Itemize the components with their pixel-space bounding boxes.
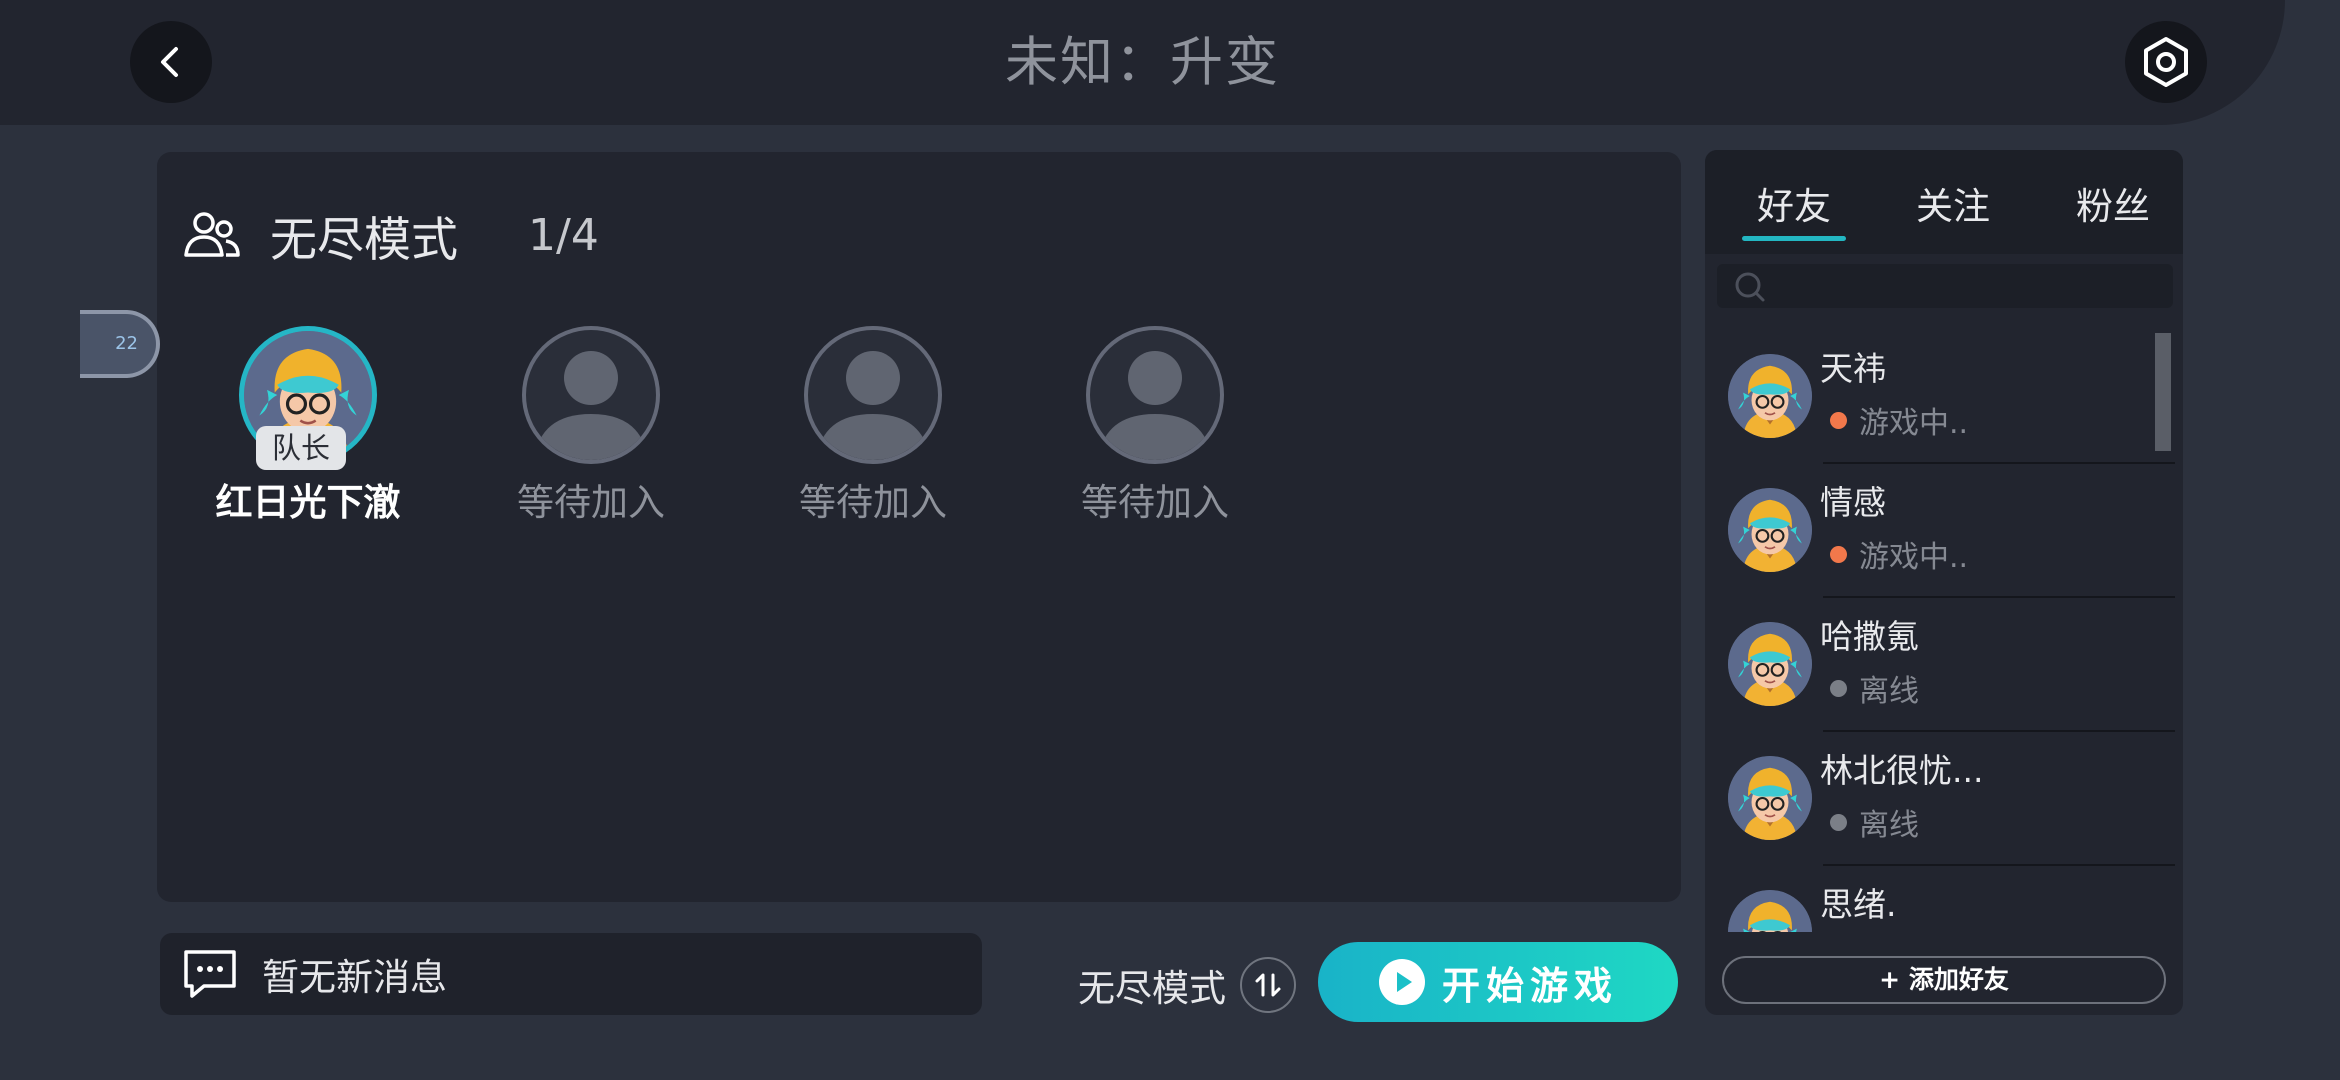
message-text: 暂无新消息: [262, 956, 447, 999]
start-game-button[interactable]: 开始游戏: [1318, 942, 1678, 1022]
friend-status: 游戏中..: [1820, 398, 1968, 442]
avatar: [1728, 622, 1812, 706]
online-dot: [1830, 411, 1847, 429]
captain-badge: 队长: [256, 426, 346, 470]
offline-dot: [1830, 679, 1847, 697]
friend-item[interactable]: 思绪.: [1705, 866, 2183, 932]
back-arrow-icon: [161, 47, 178, 77]
friend-item[interactable]: 林北很忧... 离线: [1705, 732, 2183, 866]
avatar: [1728, 756, 1812, 840]
slot-waiting-label: 等待加入: [1081, 481, 1229, 524]
friends-scrollbar[interactable]: [2155, 333, 2171, 451]
offline-dot: [1830, 813, 1847, 831]
player-count: 1/4: [528, 209, 599, 261]
mode-switch-button[interactable]: [1240, 957, 1296, 1013]
settings-button[interactable]: [2125, 21, 2207, 103]
friend-status: 游戏中..: [1820, 532, 1968, 576]
friend-name: 天祎: [1820, 349, 1886, 388]
back-button[interactable]: [130, 21, 212, 103]
default-avatar-icon: [1086, 326, 1224, 464]
tab-fans[interactable]: 粉丝: [2053, 176, 2173, 230]
add-friend-button[interactable]: + 添加好友: [1722, 956, 2166, 1004]
friend-name: 情感: [1820, 483, 1886, 522]
floating-side-bubble[interactable]: 22: [80, 310, 160, 378]
mode-title: 无尽模式: [270, 212, 458, 268]
start-game-label: 开始游戏: [1441, 963, 1618, 1008]
friend-item[interactable]: 天祎 游戏中..: [1705, 330, 2183, 464]
slot-waiting-label: 等待加入: [799, 481, 947, 524]
friend-status: 离线: [1820, 666, 1919, 710]
avatar: [1728, 354, 1812, 438]
online-dot: [1830, 545, 1847, 563]
group-icon: [184, 212, 240, 257]
friend-item[interactable]: 哈撒氪 离线: [1705, 598, 2183, 732]
mode-switch-label: 无尽模式: [1078, 967, 1226, 1010]
default-avatar-icon: [522, 326, 660, 464]
default-avatar-icon: [804, 326, 942, 464]
friend-name: 思绪.: [1820, 885, 1897, 924]
message-bar[interactable]: 暂无新消息: [160, 933, 982, 1015]
avatar: [1728, 488, 1812, 572]
friend-name: 哈撒氪: [1820, 617, 1919, 656]
search-icon: [1735, 272, 1765, 302]
room-header: 无尽模式 1/4: [180, 200, 599, 270]
page-title: 未知：升变: [1005, 32, 1280, 93]
tab-friends[interactable]: 好友: [1734, 176, 1854, 241]
avatar: [1728, 890, 1812, 932]
search-input[interactable]: [1717, 264, 2173, 308]
tab-following[interactable]: 关注: [1893, 176, 2013, 230]
player-name: 红日光下澈: [215, 481, 401, 524]
chat-bubble-icon: [184, 950, 236, 998]
friends-tabs: 好友 关注 粉丝: [1705, 150, 2183, 254]
play-icon: [1378, 959, 1425, 1005]
switch-arrows-icon: [1255, 973, 1281, 997]
friend-status: 离线: [1820, 800, 1919, 844]
slot-waiting-label: 等待加入: [517, 481, 665, 524]
friend-item[interactable]: 情感 游戏中..: [1705, 464, 2183, 598]
friends-panel: 好友 关注 粉丝 天祎 游戏中.. 情感 游戏中.. 哈撒氪 离线 林北很忧..…: [1705, 150, 2183, 1015]
settings-hexagon-icon: [2144, 37, 2188, 87]
friend-name: 林北很忧...: [1820, 751, 1984, 790]
